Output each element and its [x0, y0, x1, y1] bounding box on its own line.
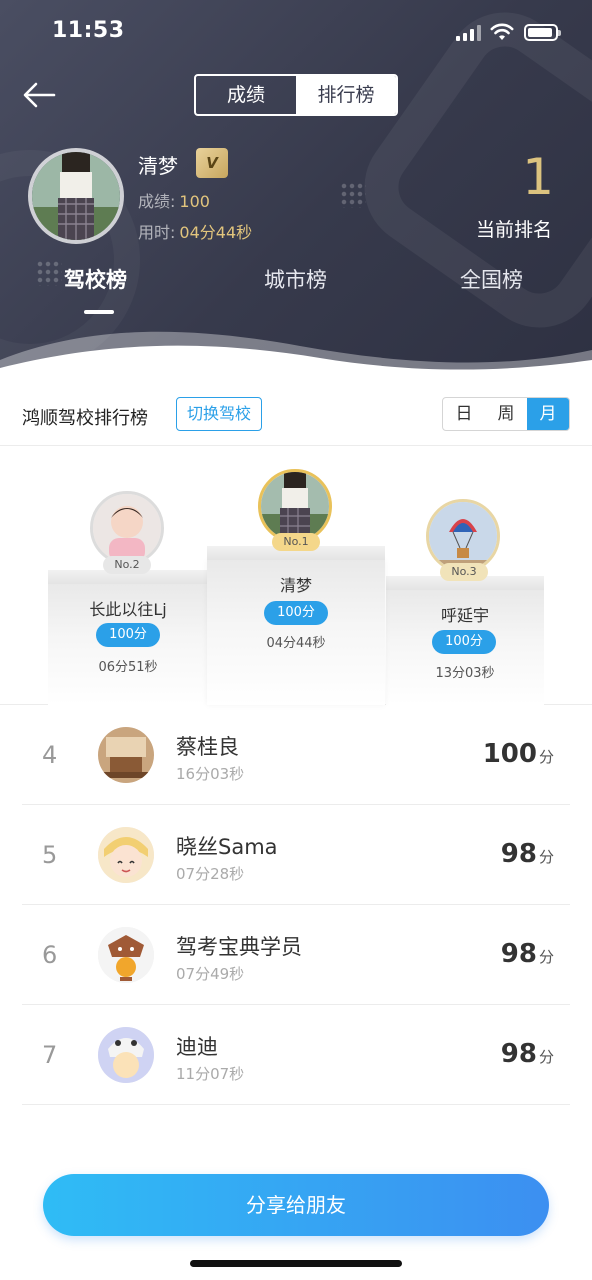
user-time: 04分44秒 — [179, 223, 253, 242]
period-month[interactable]: 月 — [527, 398, 569, 430]
row-score-value: 98 — [500, 939, 537, 969]
podium-tag-second: No.2 — [103, 556, 151, 574]
user-name: 清梦 — [138, 154, 178, 178]
row-rank: 5 — [42, 841, 58, 869]
user-score: 100 — [179, 192, 210, 211]
back-arrow-icon[interactable] — [22, 80, 56, 110]
avatar-image — [429, 502, 497, 570]
podium-time-third: 13分03秒 — [435, 666, 495, 681]
podium-time-second: 06分51秒 — [98, 660, 158, 675]
row-rank: 7 — [42, 1041, 58, 1069]
row-name: 蔡桂良 — [176, 735, 239, 759]
switch-school-button[interactable]: 切换驾校 — [176, 397, 262, 431]
vip-badge-text: V — [206, 154, 218, 172]
podium-name-second: 长此以往Lj — [89, 600, 167, 619]
active-tab-indicator — [84, 310, 114, 314]
avatar-image — [93, 494, 161, 562]
row-rank: 6 — [42, 941, 58, 969]
avatar-image — [98, 927, 154, 983]
row-avatar — [98, 727, 154, 783]
podium-tag-first: No.1 — [272, 533, 320, 551]
battery-icon — [524, 24, 561, 41]
podium-avatar-second[interactable] — [90, 491, 164, 565]
tab-national-ranking[interactable]: 全国榜 — [460, 264, 523, 294]
avatar-image — [32, 152, 120, 240]
row-score-unit: 分 — [538, 848, 554, 866]
podium-avatar-third[interactable] — [426, 499, 500, 573]
row-time: 07分49秒 — [176, 965, 245, 983]
tab-school-ranking[interactable]: 驾校榜 — [64, 264, 127, 294]
tab-ranking[interactable]: 排行榜 — [296, 76, 396, 114]
row-avatar — [98, 1027, 154, 1083]
row-time: 16分03秒 — [176, 765, 245, 783]
avatar-image — [98, 727, 154, 783]
ranking-row[interactable]: 6 驾考宝典学员 07分49秒 98 分 — [22, 905, 570, 1005]
home-indicator[interactable] — [190, 1260, 402, 1267]
period-week[interactable]: 周 — [485, 398, 527, 430]
podium: No.2 长此以往Lj 100分 06分51秒 No.1 清梦 100分 04分… — [0, 447, 592, 705]
period-selector: 日 周 月 — [442, 397, 570, 431]
current-rank: 1 — [522, 148, 554, 206]
row-score-value: 98 — [500, 1039, 537, 1069]
row-score-value: 100 — [482, 739, 537, 769]
dot-pattern — [340, 182, 366, 208]
view-switcher: 成绩 排行榜 — [194, 74, 398, 116]
avatar-image — [98, 827, 154, 883]
row-score-value: 98 — [500, 839, 537, 869]
row-score-unit: 分 — [538, 1048, 554, 1066]
status-time: 11:53 — [52, 18, 125, 43]
row-score-unit: 分 — [538, 748, 554, 766]
podium-time-first: 04分44秒 — [266, 636, 326, 651]
dot-pattern — [36, 260, 62, 286]
share-button[interactable]: 分享给朋友 — [43, 1174, 549, 1236]
row-time: 11分07秒 — [176, 1065, 245, 1083]
row-avatar — [98, 927, 154, 983]
header-wave — [0, 331, 592, 372]
status-bar: 11:53 — [0, 0, 592, 64]
ranking-row[interactable]: 7 迪迪 11分07秒 98 分 — [22, 1005, 570, 1105]
podium-avatar-first[interactable] — [258, 469, 332, 543]
row-name: 迪迪 — [176, 1035, 218, 1059]
podium-tag-third: No.3 — [440, 563, 488, 581]
wifi-icon — [490, 23, 514, 40]
row-score: 100 分 — [483, 739, 554, 769]
tab-score[interactable]: 成绩 — [196, 76, 296, 114]
row-score-unit: 分 — [538, 948, 554, 966]
podium-score-third: 100分 — [432, 630, 496, 654]
row-score: 98 分 — [501, 1039, 554, 1069]
ranking-row[interactable]: 4 蔡桂良 16分03秒 100 分 — [22, 705, 570, 805]
row-rank: 4 — [42, 741, 58, 769]
vip-badge-icon: V — [196, 148, 228, 178]
time-label: 用时: — [138, 223, 176, 242]
header: 11:53 成绩 排行榜 清梦 V 成绩: 100 用时: 04分44秒 1 当… — [0, 0, 592, 372]
row-avatar — [98, 827, 154, 883]
podium-score-first: 100分 — [264, 601, 328, 625]
ranking-row[interactable]: 5 晓丝Sama 07分28秒 98 分 — [22, 805, 570, 905]
signal-icon — [456, 25, 482, 41]
row-name: 驾考宝典学员 — [176, 935, 302, 959]
avatar-image — [98, 1027, 154, 1083]
podium-score-second: 100分 — [96, 623, 160, 647]
podium-name-third: 呼延宇 — [440, 606, 489, 625]
list-fade-overlay — [0, 1106, 592, 1176]
period-day[interactable]: 日 — [443, 398, 485, 430]
current-rank-label: 当前排名 — [475, 219, 552, 241]
user-time-line: 用时: 04分44秒 — [138, 219, 252, 243]
row-name: 晓丝Sama — [176, 835, 278, 859]
score-label: 成绩: — [138, 192, 176, 211]
user-avatar[interactable] — [28, 148, 124, 244]
school-ranking-title: 鸿顺驾校排行榜 — [22, 408, 148, 429]
school-bar: 鸿顺驾校排行榜 切换驾校 日 周 月 — [0, 382, 592, 446]
user-score-line: 成绩: 100 — [138, 188, 210, 212]
row-score: 98 分 — [501, 839, 554, 869]
row-time: 07分28秒 — [176, 865, 245, 883]
podium-name-first: 清梦 — [279, 576, 312, 595]
tab-city-ranking[interactable]: 城市榜 — [264, 264, 327, 294]
row-score: 98 分 — [501, 939, 554, 969]
avatar-image — [261, 472, 329, 540]
